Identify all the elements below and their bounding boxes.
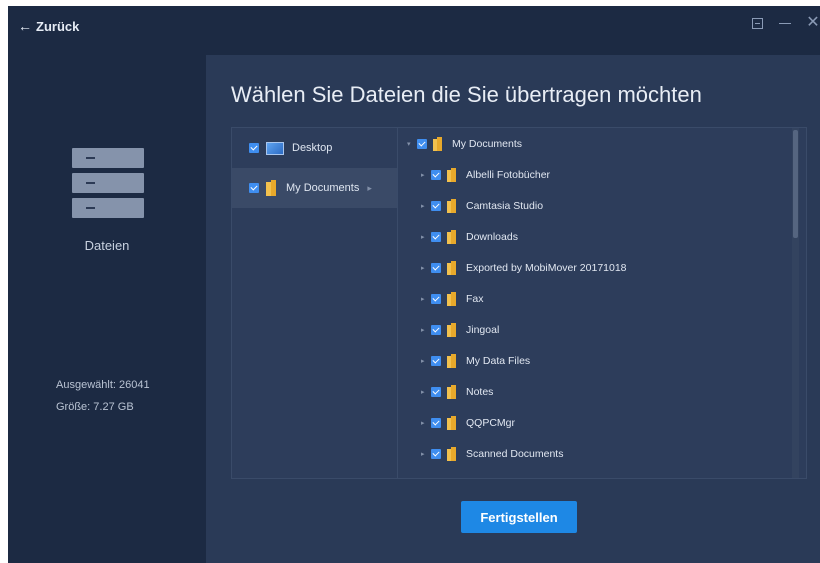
sidebar: Dateien Ausgewählt: 26041 Größe: 7.27 GB: [8, 48, 206, 563]
folder-icon: [447, 260, 456, 275]
tree-item-label: Camtasia Studio: [466, 199, 544, 212]
tree-item-label: Fax: [466, 292, 484, 305]
selected-count: 26041: [119, 379, 150, 391]
menu-icon: [751, 17, 763, 29]
back-label: Zurück: [36, 18, 80, 34]
location-list: Desktop My Documents ▸: [232, 128, 398, 478]
tree-item[interactable]: ▸ Exported by MobiMover 20171018: [399, 252, 799, 283]
folder-tree: ▾ My Documents ▸ Albelli Fotobücher ▸ Camta…: [399, 128, 799, 478]
size-label: Größe:: [56, 401, 91, 413]
folder-icon: [447, 384, 456, 399]
checkbox[interactable]: [431, 355, 441, 366]
expand-right-icon[interactable]: ▸: [421, 388, 428, 396]
checkbox[interactable]: [431, 386, 441, 397]
tree-item[interactable]: ▸ Camtasia Studio: [399, 190, 799, 221]
checkbox-root[interactable]: [417, 138, 427, 149]
tree-item[interactable]: ▸ Downloads: [399, 221, 799, 252]
selection-stats: Ausgewählt: 26041 Größe: 7.27 GB: [56, 374, 150, 418]
tree-item[interactable]: ▸ Jingoal: [399, 314, 799, 345]
close-button[interactable]: ✕: [806, 14, 820, 31]
location-item-desktop[interactable]: Desktop: [232, 128, 397, 168]
tree-item[interactable]: ▸ My Data Files: [399, 345, 799, 376]
checkbox[interactable]: [431, 417, 441, 428]
checkbox-desktop[interactable]: [249, 143, 259, 153]
tree-item[interactable]: ▸ QQPCMgr: [399, 407, 799, 438]
checkbox-my-documents[interactable]: [249, 183, 259, 193]
tree-item-label: Albelli Fotobücher: [466, 168, 551, 181]
tree-item-label: Notes: [466, 385, 494, 398]
folder-icon: [266, 180, 276, 196]
tree-item-label: QQPCMgr: [466, 416, 516, 429]
expand-right-icon[interactable]: ▸: [421, 171, 428, 179]
expand-right-icon[interactable]: ▸: [421, 419, 428, 427]
folder-icon: [447, 291, 456, 306]
expand-right-icon[interactable]: ▸: [421, 202, 428, 210]
menu-button[interactable]: [750, 16, 764, 30]
tree-item[interactable]: ▸ Notes: [399, 376, 799, 407]
folder-icon: [447, 322, 456, 337]
size-value: 7.27 GB: [93, 401, 134, 413]
finish-button[interactable]: Fertigstellen: [461, 501, 577, 533]
folder-icon: [447, 198, 456, 213]
app-window: ← Zurück ✕ Dateien Ausgewählt: 26041 Grö…: [8, 6, 820, 563]
location-label: My Documents: [286, 182, 360, 194]
expand-right-icon[interactable]: ▸: [421, 450, 428, 458]
expand-right-icon[interactable]: ▸: [421, 233, 428, 241]
back-button[interactable]: ← Zurück: [18, 18, 79, 34]
window-controls: ✕: [750, 14, 820, 31]
tree-root-label: My Documents: [452, 137, 523, 150]
arrow-left-icon: ←: [18, 18, 32, 34]
title-bar: ← Zurück ✕: [8, 6, 820, 48]
size-row: Größe: 7.27 GB: [56, 396, 150, 418]
tree-item[interactable]: ▸ Albelli Fotobücher: [399, 159, 799, 190]
expand-down-icon[interactable]: ▾: [407, 140, 414, 148]
desktop-icon: [266, 141, 284, 155]
category-label: Dateien: [84, 238, 130, 253]
expand-right-icon[interactable]: ▸: [421, 357, 428, 365]
checkbox[interactable]: [431, 169, 441, 180]
file-cabinet-icon: [72, 148, 144, 223]
minimize-button[interactable]: [778, 16, 792, 30]
tree-item-label: Jingoal: [466, 323, 500, 336]
selected-label: Ausgewählt:: [56, 379, 116, 391]
tree-item[interactable]: ▸ Scanned Documents: [399, 438, 799, 469]
chevron-right-icon: ▸: [367, 182, 372, 193]
folder-icon: [447, 229, 456, 244]
selected-count-row: Ausgewählt: 26041: [56, 374, 150, 396]
checkbox[interactable]: [431, 293, 441, 304]
checkbox[interactable]: [431, 262, 441, 273]
minimize-icon: [779, 22, 791, 24]
scroll-thumb[interactable]: [793, 130, 798, 238]
checkbox[interactable]: [431, 448, 441, 459]
main-content: Wählen Sie Dateien die Sie übertragen mö…: [206, 55, 820, 563]
tree-item-label: My Data Files: [466, 354, 531, 367]
close-icon: ✕: [806, 14, 820, 31]
checkbox[interactable]: [431, 231, 441, 242]
expand-right-icon[interactable]: ▸: [421, 326, 428, 334]
tree-item-label: Exported by MobiMover 20171018: [466, 261, 627, 274]
checkbox[interactable]: [431, 324, 441, 335]
folder-icon: [447, 446, 456, 461]
folder-icon: [447, 415, 456, 430]
tree-root[interactable]: ▾ My Documents: [399, 128, 799, 159]
location-item-my-documents[interactable]: My Documents ▸: [232, 168, 397, 208]
expand-right-icon[interactable]: ▸: [421, 264, 428, 272]
tree-item-label: Scanned Documents: [466, 447, 564, 460]
folder-icon: [447, 167, 456, 182]
location-label: Desktop: [292, 142, 333, 154]
checkbox[interactable]: [431, 200, 441, 211]
tree-item[interactable]: ▸ Fax: [399, 283, 799, 314]
folder-icon: [433, 136, 442, 151]
folder-icon: [447, 353, 456, 368]
page-title: Wählen Sie Dateien die Sie übertragen mö…: [231, 82, 702, 107]
tree-item-label: Downloads: [466, 230, 518, 243]
file-selection-panel: Desktop My Documents ▸ ▾ My Documents ▸ A…: [231, 127, 807, 479]
scrollbar[interactable]: [792, 128, 799, 478]
expand-right-icon[interactable]: ▸: [421, 295, 428, 303]
